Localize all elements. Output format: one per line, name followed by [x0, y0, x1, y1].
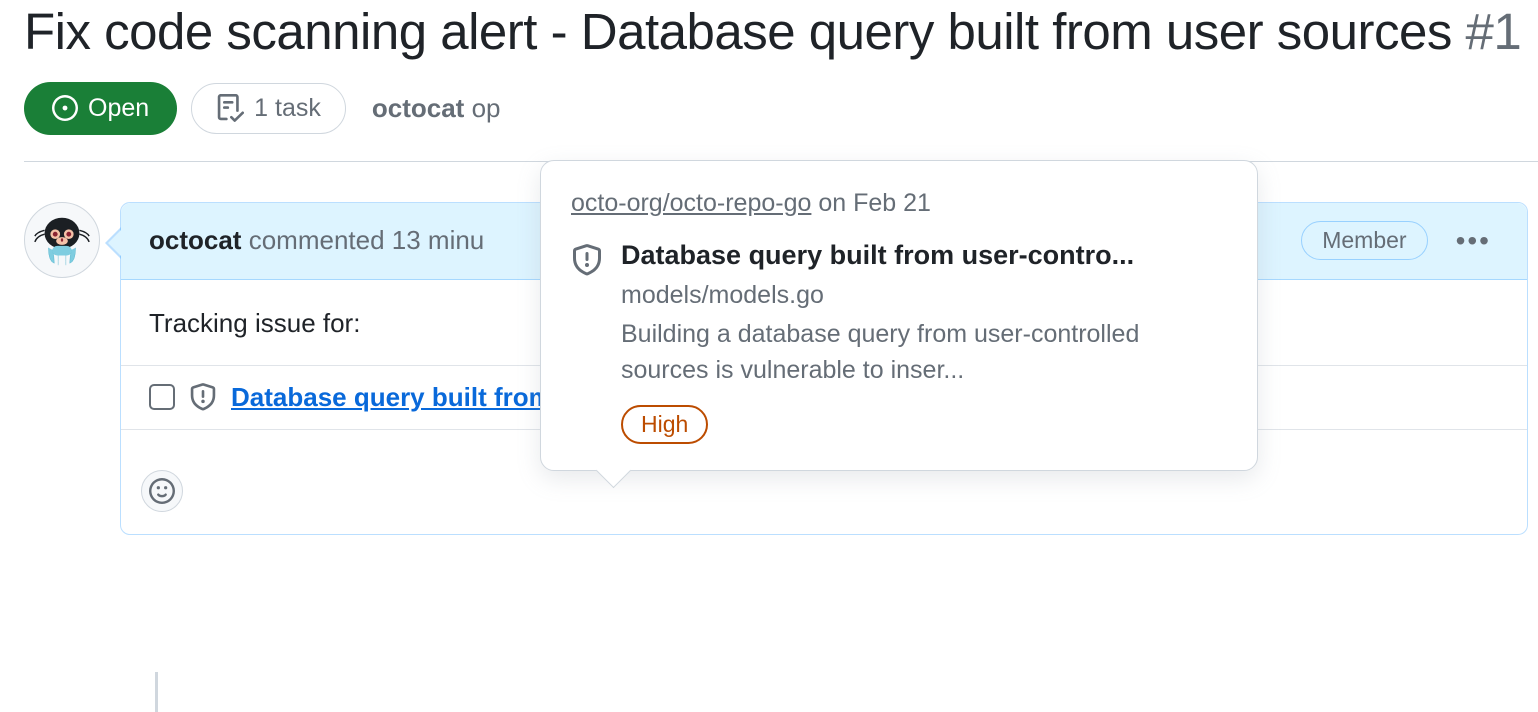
opened-text: octocat op [372, 93, 501, 124]
status-badge-open: Open [24, 82, 177, 135]
shield-icon [189, 383, 217, 411]
status-label: Open [88, 94, 149, 123]
timeline-line [155, 672, 158, 712]
hover-file-path: models/models.go [621, 281, 1227, 310]
hover-repo-line: octo-org/octo-repo-go on Feb 21 [571, 189, 1227, 218]
hover-repo-link[interactable]: octo-org/octo-repo-go [571, 189, 811, 217]
alert-hover-card: octo-org/octo-repo-go on Feb 21 Database… [540, 160, 1258, 471]
tasks-label: 1 task [254, 94, 321, 123]
hover-description: Building a database query from user-con­… [621, 316, 1227, 389]
add-reaction-button[interactable] [141, 470, 183, 512]
role-badge: Member [1301, 221, 1427, 260]
comment-header-left: octocat commented 13 minu [149, 225, 484, 256]
opened-author[interactable]: octocat [372, 93, 464, 123]
avatar[interactable] [24, 202, 100, 278]
hover-alert-title[interactable]: Database query built from user-contro... [621, 240, 1227, 271]
issue-title: Fix code scanning alert - Database query… [24, 0, 1538, 64]
opened-action: op [472, 93, 501, 123]
comment-action: commented 13 minu [249, 225, 485, 255]
severity-badge: High [621, 405, 708, 444]
hover-content: Database query built from user-contro...… [621, 240, 1227, 444]
smiley-icon [149, 478, 175, 504]
comment-menu-button[interactable]: ••• [1448, 221, 1499, 261]
issue-number: #1 [1466, 3, 1522, 60]
issue-title-text: Fix code scanning alert - Database query… [24, 3, 1452, 60]
hover-date: on Feb 21 [818, 189, 931, 217]
checklist-icon [216, 94, 244, 122]
issue-open-icon [52, 95, 78, 121]
tasks-badge[interactable]: 1 task [191, 83, 346, 134]
shield-icon [571, 244, 603, 276]
octocat-icon [31, 209, 93, 271]
issue-meta-row: Open 1 task octocat op [24, 82, 1538, 162]
comment-header-right: Member ••• [1301, 221, 1499, 261]
hover-main: Database query built from user-contro...… [571, 240, 1227, 444]
comment-author[interactable]: octocat [149, 225, 241, 255]
task-checkbox[interactable] [149, 384, 175, 410]
